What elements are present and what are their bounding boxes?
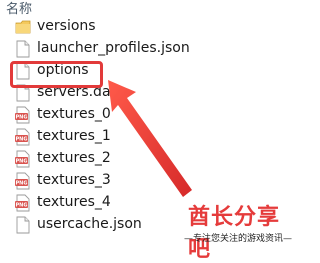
watermark-tagline: —专注您关注的游戏资讯— <box>184 234 293 244</box>
